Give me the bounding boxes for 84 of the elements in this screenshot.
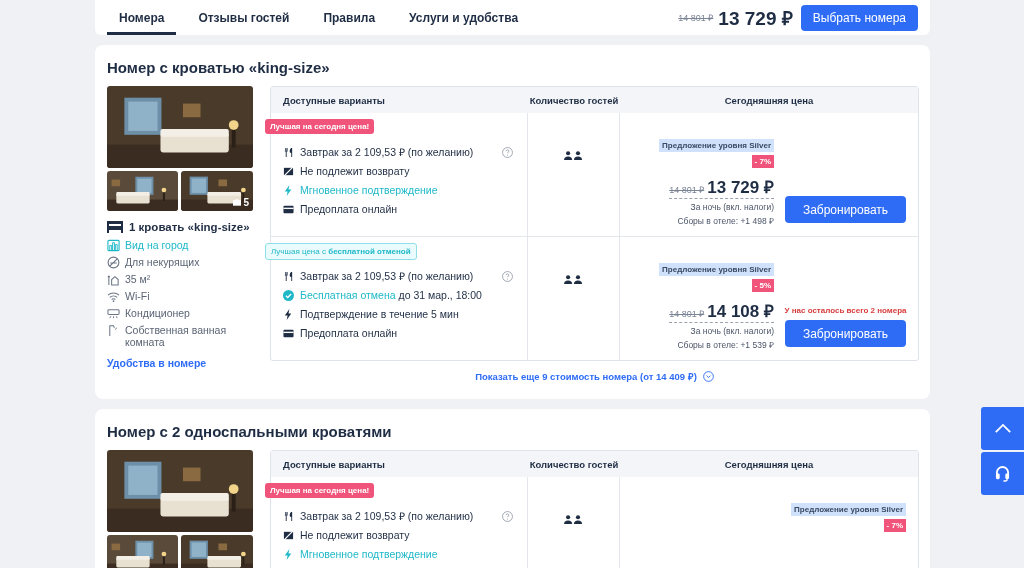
- column-header: Количество гостей: [528, 94, 620, 106]
- two-guests-icon: [563, 515, 584, 524]
- chevron-down-icon: [702, 371, 714, 382]
- book-button[interactable]: Забронировать: [785, 196, 906, 223]
- amenity: Кондиционер: [125, 307, 191, 319]
- offer-feature: Не подлежит возврату: [300, 165, 410, 177]
- air-conditioner-icon: [107, 307, 120, 320]
- loyalty-offer-badge: Предложение уровня Silver: [659, 263, 774, 276]
- cutlery-icon: [283, 146, 294, 158]
- help-icon[interactable]: [502, 510, 513, 522]
- offer-feature: Предоплата онлайн: [300, 327, 398, 339]
- help-icon[interactable]: [502, 146, 513, 158]
- column-header: Доступные варианты: [282, 458, 386, 470]
- offer-tag: Лучшая на сегодня цена!: [265, 119, 375, 134]
- room-title: Номер с 2 односпальными кроватями: [107, 423, 393, 440]
- offer-feature: Завтрак за 2 109,53 ₽ (по желанию): [300, 509, 474, 523]
- amenity: 35 м²: [125, 273, 152, 285]
- bed-type: 1 кровать «king-size»: [129, 221, 250, 233]
- bed-icon: [107, 221, 123, 233]
- old-price: 14 801 ₽: [669, 308, 705, 320]
- lightning-icon: [283, 548, 294, 560]
- support-button[interactable]: [981, 452, 1024, 495]
- room-title: Номер с кроватью «king-size»: [107, 59, 331, 76]
- price: 14 108 ₽: [707, 301, 774, 322]
- no-refund-icon: [283, 165, 294, 177]
- book-button[interactable]: Забронировать: [785, 320, 906, 347]
- old-price: 14 801 ₽: [678, 12, 714, 24]
- cutlery-icon: [283, 510, 294, 522]
- column-header: Сегодняшняя цена: [723, 458, 815, 470]
- amenity: Собственная ванная комната: [125, 324, 228, 348]
- select-rooms-button[interactable]: Выбрать номера: [800, 4, 918, 31]
- two-guests-icon: [563, 275, 584, 284]
- no-smoking-icon: [107, 256, 120, 269]
- shower-icon: [107, 324, 120, 337]
- room-size-icon: [107, 273, 120, 286]
- offer-feature: Не подлежит возврату: [300, 529, 410, 541]
- discount-badge: - 5%: [751, 279, 774, 292]
- help-icon[interactable]: [502, 270, 513, 282]
- hotel-fees: Сборы в отеле: +1 498 ₽: [677, 215, 774, 226]
- discount-badge: - 7%: [883, 519, 906, 532]
- headset-icon: [995, 465, 1010, 482]
- loyalty-offer-badge: Предложение уровня Silver: [791, 503, 906, 516]
- offer-feature: Завтрак за 2 109,53 ₽ (по желанию): [300, 269, 474, 283]
- column-header: Количество гостей: [528, 458, 620, 470]
- hotel-fees: Сборы в отеле: +1 539 ₽: [677, 339, 774, 350]
- city-view-icon: [107, 239, 120, 252]
- loyalty-offer-badge: Предложение уровня Silver: [659, 139, 774, 152]
- nav-tab[interactable]: Правила: [311, 0, 388, 35]
- cutlery-icon: [283, 270, 294, 282]
- no-refund-icon: [283, 529, 294, 541]
- price: 13 729 ₽: [718, 6, 793, 31]
- old-price: 14 801 ₽: [669, 184, 705, 196]
- column-header: Доступные варианты: [282, 94, 386, 106]
- offer-feature: Мгновенное подтверждение: [300, 548, 438, 560]
- scroll-top-button[interactable]: [981, 407, 1024, 450]
- price: 13 729 ₽: [707, 177, 774, 198]
- offer-tag: Лучшая цена с бесплатной отменой: [265, 243, 417, 260]
- per-night-note: За ночь (вкл. налоги): [690, 202, 774, 212]
- show-more-link[interactable]: Показать еще 9 стоимость номера (от 14 409 ₽): [475, 370, 714, 383]
- nav-tab[interactable]: Услуги и удобства: [397, 0, 531, 35]
- offer-feature: Предоплата онлайн: [300, 203, 398, 215]
- discount-badge: - 7%: [751, 155, 774, 168]
- wifi-icon: [107, 290, 120, 303]
- lightning-icon: [283, 184, 294, 196]
- card-icon: [283, 327, 294, 339]
- room-amenities-link[interactable]: Удобства в номере: [107, 357, 253, 369]
- amenity: Для некурящих: [125, 256, 201, 268]
- nav-tab[interactable]: Отзывы гостей: [186, 0, 302, 35]
- chevron-up-icon: [993, 423, 1012, 434]
- nav-tab[interactable]: Номера: [107, 0, 177, 35]
- card-icon: [283, 203, 294, 215]
- offer-feature: Завтрак за 2 109,53 ₽ (по желанию): [300, 145, 474, 159]
- offer-feature: Подтверждение в течение 5 мин: [300, 308, 459, 320]
- lightning-icon: [283, 308, 294, 320]
- offer-tag: Лучшая на сегодня цена!: [265, 483, 375, 498]
- per-night-note: За ночь (вкл. налоги): [690, 326, 774, 336]
- rooms-left-warning: У нас осталось всего 2 номера: [784, 306, 907, 315]
- amenity: Вид на город: [125, 239, 190, 251]
- offer-feature: Мгновенное подтверждение: [300, 184, 438, 196]
- check-circle-icon: [283, 289, 294, 301]
- offer-feature: Бесплатная отмена до 31 мар., 18:00: [300, 289, 482, 301]
- amenity: Wi-Fi: [125, 290, 151, 302]
- two-guests-icon: [563, 151, 584, 160]
- column-header: Сегодняшняя цена: [723, 94, 815, 106]
